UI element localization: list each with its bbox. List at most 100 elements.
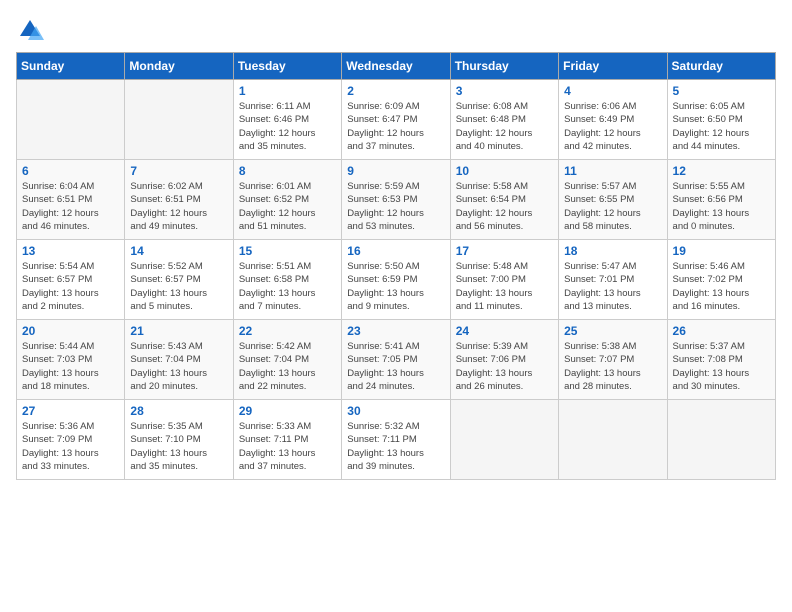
day-number: 21 bbox=[130, 324, 227, 338]
calendar-cell bbox=[667, 400, 775, 480]
calendar-cell: 7 Sunrise: 6:02 AM Sunset: 6:51 PM Daylig… bbox=[125, 160, 233, 240]
day-number: 24 bbox=[456, 324, 553, 338]
calendar-cell bbox=[125, 80, 233, 160]
calendar-cell: 10 Sunrise: 5:58 AM Sunset: 6:54 PM Dayli… bbox=[450, 160, 558, 240]
day-info: Sunrise: 5:48 AM Sunset: 7:00 PM Dayligh… bbox=[456, 260, 553, 313]
day-number: 12 bbox=[673, 164, 770, 178]
calendar-cell: 11 Sunrise: 5:57 AM Sunset: 6:55 PM Dayli… bbox=[559, 160, 667, 240]
calendar-cell: 30 Sunrise: 5:32 AM Sunset: 7:11 PM Dayli… bbox=[342, 400, 450, 480]
day-info: Sunrise: 6:09 AM Sunset: 6:47 PM Dayligh… bbox=[347, 100, 444, 153]
calendar-cell bbox=[450, 400, 558, 480]
day-info: Sunrise: 6:04 AM Sunset: 6:51 PM Dayligh… bbox=[22, 180, 119, 233]
calendar-cell: 22 Sunrise: 5:42 AM Sunset: 7:04 PM Dayli… bbox=[233, 320, 341, 400]
day-info: Sunrise: 6:11 AM Sunset: 6:46 PM Dayligh… bbox=[239, 100, 336, 153]
day-number: 9 bbox=[347, 164, 444, 178]
calendar-cell: 17 Sunrise: 5:48 AM Sunset: 7:00 PM Dayli… bbox=[450, 240, 558, 320]
day-number: 26 bbox=[673, 324, 770, 338]
day-number: 2 bbox=[347, 84, 444, 98]
day-of-week-header: Friday bbox=[559, 53, 667, 80]
day-info: Sunrise: 6:02 AM Sunset: 6:51 PM Dayligh… bbox=[130, 180, 227, 233]
day-of-week-header: Wednesday bbox=[342, 53, 450, 80]
calendar-cell: 13 Sunrise: 5:54 AM Sunset: 6:57 PM Dayli… bbox=[17, 240, 125, 320]
day-number: 3 bbox=[456, 84, 553, 98]
day-number: 4 bbox=[564, 84, 661, 98]
day-info: Sunrise: 5:50 AM Sunset: 6:59 PM Dayligh… bbox=[347, 260, 444, 313]
day-number: 8 bbox=[239, 164, 336, 178]
day-number: 28 bbox=[130, 404, 227, 418]
calendar-cell: 14Sunrise: 5:52 AM Sunset: 6:57 PM Dayli… bbox=[125, 240, 233, 320]
calendar-week-row: 13 Sunrise: 5:54 AM Sunset: 6:57 PM Dayli… bbox=[17, 240, 776, 320]
day-number: 25 bbox=[564, 324, 661, 338]
day-info: Sunrise: 5:41 AM Sunset: 7:05 PM Dayligh… bbox=[347, 340, 444, 393]
day-info: Sunrise: 5:59 AM Sunset: 6:53 PM Dayligh… bbox=[347, 180, 444, 233]
calendar-cell: 20Sunrise: 5:44 AM Sunset: 7:03 PM Dayli… bbox=[17, 320, 125, 400]
calendar-cell: 9 Sunrise: 5:59 AM Sunset: 6:53 PM Daylig… bbox=[342, 160, 450, 240]
day-number: 17 bbox=[456, 244, 553, 258]
calendar-cell: 29 Sunrise: 5:33 AM Sunset: 7:11 PM Dayli… bbox=[233, 400, 341, 480]
day-of-week-header: Sunday bbox=[17, 53, 125, 80]
day-info: Sunrise: 5:38 AM Sunset: 7:07 PM Dayligh… bbox=[564, 340, 661, 393]
day-info: Sunrise: 5:58 AM Sunset: 6:54 PM Dayligh… bbox=[456, 180, 553, 233]
calendar-week-row: 1Sunrise: 6:11 AM Sunset: 6:46 PM Daylig… bbox=[17, 80, 776, 160]
day-info: Sunrise: 5:54 AM Sunset: 6:57 PM Dayligh… bbox=[22, 260, 119, 313]
day-number: 29 bbox=[239, 404, 336, 418]
day-info: Sunrise: 6:08 AM Sunset: 6:48 PM Dayligh… bbox=[456, 100, 553, 153]
calendar-cell bbox=[559, 400, 667, 480]
calendar-cell: 25 Sunrise: 5:38 AM Sunset: 7:07 PM Dayli… bbox=[559, 320, 667, 400]
day-info: Sunrise: 5:39 AM Sunset: 7:06 PM Dayligh… bbox=[456, 340, 553, 393]
day-number: 15 bbox=[239, 244, 336, 258]
day-info: Sunrise: 5:57 AM Sunset: 6:55 PM Dayligh… bbox=[564, 180, 661, 233]
calendar-cell: 27 Sunrise: 5:36 AM Sunset: 7:09 PM Dayli… bbox=[17, 400, 125, 480]
calendar-cell: 2 Sunrise: 6:09 AM Sunset: 6:47 PM Daylig… bbox=[342, 80, 450, 160]
day-info: Sunrise: 5:33 AM Sunset: 7:11 PM Dayligh… bbox=[239, 420, 336, 473]
day-info: Sunrise: 5:42 AM Sunset: 7:04 PM Dayligh… bbox=[239, 340, 336, 393]
day-number: 19 bbox=[673, 244, 770, 258]
header bbox=[16, 16, 776, 44]
calendar-header-row: SundayMondayTuesdayWednesdayThursdayFrid… bbox=[17, 53, 776, 80]
day-info: Sunrise: 5:52 AM Sunset: 6:57 PM Dayligh… bbox=[130, 260, 227, 313]
calendar-table: SundayMondayTuesdayWednesdayThursdayFrid… bbox=[16, 52, 776, 480]
day-info: Sunrise: 5:46 AM Sunset: 7:02 PM Dayligh… bbox=[673, 260, 770, 313]
day-number: 13 bbox=[22, 244, 119, 258]
day-info: Sunrise: 5:37 AM Sunset: 7:08 PM Dayligh… bbox=[673, 340, 770, 393]
logo bbox=[16, 16, 48, 44]
day-number: 22 bbox=[239, 324, 336, 338]
day-info: Sunrise: 6:06 AM Sunset: 6:49 PM Dayligh… bbox=[564, 100, 661, 153]
calendar-week-row: 6 Sunrise: 6:04 AM Sunset: 6:51 PM Daylig… bbox=[17, 160, 776, 240]
calendar-body: 1Sunrise: 6:11 AM Sunset: 6:46 PM Daylig… bbox=[17, 80, 776, 480]
day-info: Sunrise: 5:35 AM Sunset: 7:10 PM Dayligh… bbox=[130, 420, 227, 473]
day-info: Sunrise: 6:05 AM Sunset: 6:50 PM Dayligh… bbox=[673, 100, 770, 153]
day-number: 10 bbox=[456, 164, 553, 178]
day-number: 27 bbox=[22, 404, 119, 418]
calendar-cell: 16Sunrise: 5:50 AM Sunset: 6:59 PM Dayli… bbox=[342, 240, 450, 320]
day-info: Sunrise: 5:43 AM Sunset: 7:04 PM Dayligh… bbox=[130, 340, 227, 393]
logo-icon bbox=[16, 16, 44, 44]
calendar-cell: 19 Sunrise: 5:46 AM Sunset: 7:02 PM Dayli… bbox=[667, 240, 775, 320]
calendar-cell: 8 Sunrise: 6:01 AM Sunset: 6:52 PM Daylig… bbox=[233, 160, 341, 240]
day-info: Sunrise: 6:01 AM Sunset: 6:52 PM Dayligh… bbox=[239, 180, 336, 233]
calendar-cell: 6 Sunrise: 6:04 AM Sunset: 6:51 PM Daylig… bbox=[17, 160, 125, 240]
calendar-cell: 18Sunrise: 5:47 AM Sunset: 7:01 PM Dayli… bbox=[559, 240, 667, 320]
calendar-cell: 24 Sunrise: 5:39 AM Sunset: 7:06 PM Dayli… bbox=[450, 320, 558, 400]
calendar-cell: 15Sunrise: 5:51 AM Sunset: 6:58 PM Dayli… bbox=[233, 240, 341, 320]
day-of-week-header: Saturday bbox=[667, 53, 775, 80]
calendar-cell: 1Sunrise: 6:11 AM Sunset: 6:46 PM Daylig… bbox=[233, 80, 341, 160]
day-number: 6 bbox=[22, 164, 119, 178]
day-number: 20 bbox=[22, 324, 119, 338]
day-number: 7 bbox=[130, 164, 227, 178]
day-info: Sunrise: 5:32 AM Sunset: 7:11 PM Dayligh… bbox=[347, 420, 444, 473]
day-info: Sunrise: 5:36 AM Sunset: 7:09 PM Dayligh… bbox=[22, 420, 119, 473]
calendar-cell bbox=[17, 80, 125, 160]
calendar-cell: 3 Sunrise: 6:08 AM Sunset: 6:48 PM Daylig… bbox=[450, 80, 558, 160]
calendar-week-row: 20Sunrise: 5:44 AM Sunset: 7:03 PM Dayli… bbox=[17, 320, 776, 400]
day-number: 30 bbox=[347, 404, 444, 418]
calendar-week-row: 27 Sunrise: 5:36 AM Sunset: 7:09 PM Dayli… bbox=[17, 400, 776, 480]
calendar-cell: 26 Sunrise: 5:37 AM Sunset: 7:08 PM Dayli… bbox=[667, 320, 775, 400]
day-info: Sunrise: 5:55 AM Sunset: 6:56 PM Dayligh… bbox=[673, 180, 770, 233]
day-number: 11 bbox=[564, 164, 661, 178]
calendar-cell: 21 Sunrise: 5:43 AM Sunset: 7:04 PM Dayli… bbox=[125, 320, 233, 400]
day-of-week-header: Tuesday bbox=[233, 53, 341, 80]
day-number: 23 bbox=[347, 324, 444, 338]
calendar-cell: 12 Sunrise: 5:55 AM Sunset: 6:56 PM Dayli… bbox=[667, 160, 775, 240]
calendar-cell: 23 Sunrise: 5:41 AM Sunset: 7:05 PM Dayli… bbox=[342, 320, 450, 400]
